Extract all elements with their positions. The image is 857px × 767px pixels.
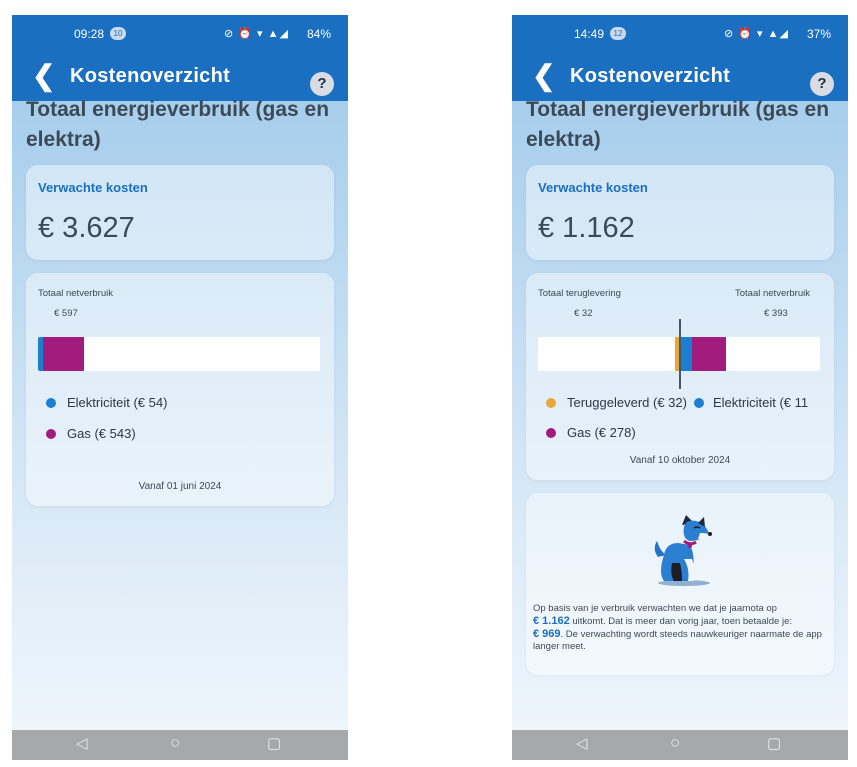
usage-bar — [38, 337, 320, 371]
page-title: Kostenoverzicht — [70, 65, 231, 87]
notification-count-badge: 12 — [610, 27, 626, 40]
status-time: 14:49 — [574, 27, 605, 41]
forecast-amount: € 1.162 — [533, 615, 570, 627]
help-icon[interactable]: ? — [310, 72, 334, 96]
system-navigation-bar: ◁ ○ ▢ — [512, 730, 848, 760]
return-total-value: € 32 — [574, 308, 593, 319]
expected-cost-card: Verwachte kosten € 1.162 — [526, 165, 834, 260]
legend-label-electricity: Elektriciteit (€ 54) — [67, 395, 168, 410]
gas-dot-icon — [46, 429, 56, 439]
back-chevron-icon[interactable]: ❮ — [32, 61, 55, 91]
phone-screen-left: 09:28 10 ⊘ ⏰ ▾ ▲◢ 84% ❮ Kostenoverzicht … — [12, 15, 348, 760]
legend-label-returned: Teruggeleverd (€ 32) — [567, 395, 687, 410]
system-back-icon[interactable]: ◁ — [576, 734, 588, 752]
net-usage-value: € 393 — [764, 308, 788, 319]
section-heading: Totaal energieverbruik (gas en elektra) — [526, 98, 830, 151]
app-header: ❮ Kostenoverzicht ? — [512, 53, 848, 101]
legend-label-electricity: Elektriciteit (€ 11 — [713, 395, 809, 410]
legend-item-electricity: Elektriciteit (€ 11 — [694, 395, 808, 410]
back-chevron-icon[interactable]: ❮ — [532, 61, 555, 91]
forecast-text-part-2: uitkomt. Dat is meer dan vorig jaar, toe… — [572, 616, 793, 627]
forecast-text-part-3: . De verwachting wordt steeds nauwkeurig… — [533, 629, 822, 652]
system-recents-icon[interactable]: ▢ — [767, 734, 781, 752]
status-icons: ⊘ ⏰ ▾ ▲◢ — [724, 28, 789, 40]
since-date: Vanaf 10 oktober 2024 — [629, 455, 731, 466]
forecast-info-card: Op basis van je verbruik verwachten we d… — [526, 493, 834, 675]
previous-year-amount: € 969 — [533, 628, 561, 640]
legend-label-gas: Gas (€ 543) — [67, 426, 136, 441]
expected-cost-card: Verwachte kosten € 3.627 — [26, 165, 334, 260]
battery-percentage: 84% — [307, 27, 332, 41]
system-navigation-bar: ◁ ○ ▢ — [12, 730, 348, 760]
returned-dot-icon — [546, 398, 556, 408]
expected-cost-label: Verwachte kosten — [538, 180, 648, 195]
net-usage-label: Totaal netverbruik — [735, 288, 810, 299]
expected-cost-value: € 1.162 — [538, 212, 635, 244]
page-title: Kostenoverzicht — [570, 65, 731, 87]
system-back-icon[interactable]: ◁ — [76, 734, 88, 752]
usage-card: Totaal netverbruik € 597 Elektriciteit (… — [26, 273, 334, 506]
app-header: ❮ Kostenoverzicht ? — [12, 53, 348, 101]
electricity-dot-icon — [694, 398, 704, 408]
status-icons: ⊘ ⏰ ▾ ▲◢ — [224, 28, 289, 40]
return-total-label: Totaal teruglevering — [538, 288, 621, 299]
net-usage-value: € 597 — [54, 308, 78, 319]
usage-card: Totaal teruglevering € 32 Totaal netverb… — [526, 273, 834, 480]
expected-cost-value: € 3.627 — [38, 212, 135, 244]
gas-bar-segment — [692, 337, 726, 371]
legend-item-gas: Gas (€ 543) — [46, 426, 136, 441]
system-recents-icon[interactable]: ▢ — [267, 734, 281, 752]
legend-item-gas: Gas (€ 278) — [546, 425, 636, 440]
status-time: 09:28 — [74, 27, 105, 41]
since-date: Vanaf 01 juni 2024 — [138, 481, 222, 492]
forecast-text-part-1: Op basis van je verbruik verwachten we d… — [533, 603, 777, 614]
status-bar: 09:28 10 ⊘ ⏰ ▾ ▲◢ 84% — [12, 15, 348, 53]
legend-item-electricity: Elektriciteit (€ 54) — [46, 395, 167, 410]
zero-divider-line — [679, 319, 681, 389]
phone-screen-right: 14:49 12 ⊘ ⏰ ▾ ▲◢ 37% ❮ Kostenoverzicht … — [512, 15, 848, 760]
legend-label-gas: Gas (€ 278) — [567, 425, 636, 440]
expected-cost-label: Verwachte kosten — [38, 180, 148, 195]
battery-percentage: 37% — [807, 27, 832, 41]
net-usage-label: Totaal netverbruik — [38, 288, 113, 299]
system-home-icon[interactable]: ○ — [670, 733, 680, 753]
legend-item-returned: Teruggeleverd (€ 32) — [546, 395, 687, 410]
dog-mascot-icon — [654, 515, 712, 586]
notification-count-badge: 10 — [110, 27, 126, 40]
electricity-dot-icon — [46, 398, 56, 408]
gas-bar-segment — [43, 337, 84, 371]
system-home-icon[interactable]: ○ — [170, 733, 180, 753]
section-heading: Totaal energieverbruik (gas en elektra) — [26, 98, 330, 151]
status-bar: 14:49 12 ⊘ ⏰ ▾ ▲◢ 37% — [512, 15, 848, 53]
forecast-text: Op basis van je verbruik verwachten we d… — [533, 603, 828, 653]
help-icon[interactable]: ? — [810, 72, 834, 96]
gas-dot-icon — [546, 428, 556, 438]
